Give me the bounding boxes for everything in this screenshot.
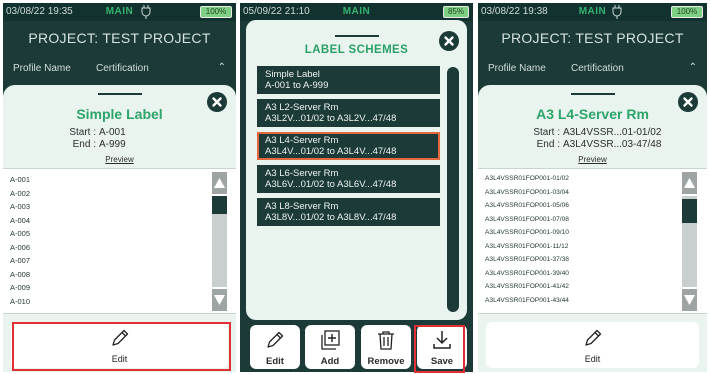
list-item: A3L4VSSR01FOP001-05/06 [485,202,569,209]
battery-indicator: 100% [200,6,232,18]
col-profile-name: Profile Name [488,63,546,74]
schemes-title: LABEL SCHEMES [304,44,409,56]
battery-indicator: 85% [443,6,469,18]
edit-label: Edit [266,356,284,367]
col-certification: Certification [571,63,624,74]
preview-link[interactable]: Preview [478,155,707,164]
list-item: A-010 [10,296,31,306]
edit-button[interactable]: Edit [486,322,699,368]
list-item: A-004 [10,215,31,225]
remove-label: Remove [367,356,405,367]
drag-handle[interactable] [97,93,142,95]
project-title: PROJECT: TEST PROJECT [501,30,684,46]
drag-handle[interactable] [334,35,379,37]
start-range: Start : A3L4VSSR...01-01/02 [533,127,662,138]
drag-handle[interactable] [570,93,615,95]
list-item: A3L4VSSR01FOP001-03/04 [485,188,569,196]
triangle-up-icon [214,178,225,188]
label-scheme-sheet: A3 L4-Server Rm Start : A3L4VSSR...01-01/… [478,85,707,372]
add-box-icon [321,330,340,350]
list-item: A3L4VSSR01FOP001-39/40 [485,269,569,277]
trash-icon [378,331,394,350]
scheme-title: Simple Label [76,106,163,122]
status-bar: 05/09/22 21:10 MAIN 85% [240,3,473,21]
highlight-save-frame [414,325,465,373]
list-item: A-009 [10,283,31,292]
column-header: Profile Name Certification ⌃ [13,62,226,74]
scheme-title: A3 L4-Server Rm [536,106,649,122]
list-item: A3L4VSSR01FOP001-43/44 [485,296,569,304]
list-item: A3L4VSSR01FOP001-37/38 [485,256,569,263]
col-profile-name: Profile Name [13,63,71,74]
list-item: A-006 [10,242,31,252]
scroll-thumb[interactable] [212,196,227,214]
scroll-thumb[interactable] [682,199,697,223]
column-header: Profile Name Certification ⌃ [488,62,697,74]
pencil-icon [267,331,284,348]
add-button[interactable]: Add [305,325,355,369]
scroll-up-button[interactable] [212,172,227,194]
list-item: A3L4VSSR01FOP001-09/10 [485,229,569,236]
edit-button[interactable]: Edit [250,325,300,369]
label-list[interactable]: A-001 A-002 A-003 A-004 A-005 A-006 A-00… [3,168,236,314]
preview-link[interactable]: Preview [3,155,236,164]
end-range: End : A-999 [72,139,126,150]
list-item: A3L4VSSR01FOP001-11/12 [485,242,569,250]
screen-label-schemes: 05/09/22 21:10 MAIN 85% LABEL SCHEMES Si… [240,3,473,372]
label-list[interactable]: A3L4VSSR01FOP001-01/02 A3L4VSSR01FOP001-… [478,168,707,314]
scroll-down-button[interactable] [682,289,697,311]
list-item: A3L4VSSR01FOP001-01/02 [485,175,569,182]
scrollbar[interactable] [212,172,227,311]
battery-indicator: 100% [671,6,703,18]
col-certification: Certification [96,63,149,74]
scrollbar[interactable] [682,172,697,311]
list-item: A3L4VSSR01FOP001-07/08 [485,215,569,223]
plug-icon [612,5,622,19]
status-mode: MAIN [342,6,371,17]
list-item: A-001 [10,175,31,184]
list-item: A3L4VSSR01FOP001-41/42 [485,283,569,290]
scheme-item[interactable]: A3 L8-Server Rm A3L8V...01/02 to A3L8V...… [257,198,440,226]
screen-simple-label: 03/08/22 19:35 MAIN 100% PROJECT: TEST P… [3,3,236,372]
list-item: A-008 [10,269,31,279]
triangle-down-icon [214,295,225,305]
project-title: PROJECT: TEST PROJECT [28,30,211,46]
scroll-up-button[interactable] [682,172,697,194]
end-range: End : A3L4VSSR...03-47/48 [536,139,662,150]
status-bar: 03/08/22 19:38 MAIN 100% [478,3,707,21]
list-item: A-002 [10,188,31,198]
list-item: A-005 [10,229,31,238]
list-item: A-003 [10,202,31,211]
remove-button[interactable]: Remove [361,325,411,369]
edit-label: Edit [584,354,601,364]
plug-icon [141,5,151,19]
list-item: A-007 [10,256,31,265]
scheme-item[interactable]: A3 L6-Server Rm A3L6V...01/02 to A3L6V...… [257,165,440,193]
status-bar: 03/08/22 19:35 MAIN 100% [3,3,236,21]
screen-server-rm-scheme: 03/08/22 19:38 MAIN 100% PROJECT: TEST P… [478,3,707,372]
triangle-down-icon [684,295,695,305]
scheme-item[interactable]: Simple Label A-001 to A-999 [257,66,440,94]
scheme-item-selected[interactable]: A3 L4-Server Rm A3L4V...01/02 to A3L4V...… [257,132,440,160]
chevron-up-icon[interactable]: ⌃ [218,62,226,73]
add-label: Add [320,356,340,367]
scrollbar[interactable] [447,67,459,312]
scroll-down-button[interactable] [212,289,227,311]
scheme-item[interactable]: A3 L2-Server Rm A3L2V...01/02 to A3L2V...… [257,99,440,127]
start-range: Start : A-001 [69,127,126,138]
pencil-icon [584,329,601,346]
triangle-up-icon [684,178,695,188]
chevron-up-icon[interactable]: ⌃ [689,62,697,73]
highlight-edit-frame [12,322,231,371]
